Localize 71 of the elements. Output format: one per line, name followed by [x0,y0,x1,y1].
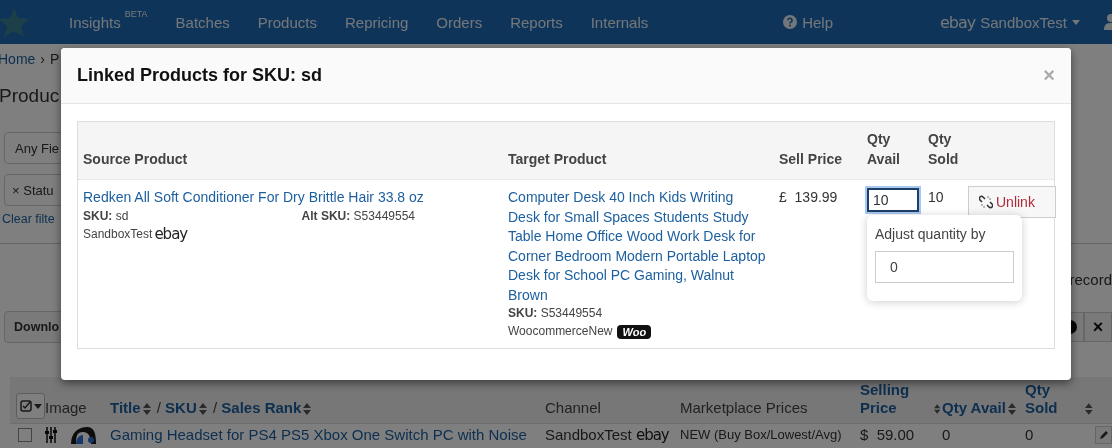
sell-price: £ 139.99 [779,189,838,205]
caret-icon [33,403,42,409]
breadcrumb-separator: › [40,51,46,67]
column-header: Qty Avail [867,130,901,169]
qty-sold: 10 [928,189,944,205]
column-header: Marketplace Prices [680,399,808,417]
broken-link-icon [979,195,993,209]
nav-link[interactable]: Repricing [344,13,409,31]
nav-link[interactable]: Batches [175,13,230,31]
column-header[interactable]: Sales Rank [221,399,302,417]
breadcrumb-item[interactable]: P [50,51,60,67]
pencil-icon [1098,430,1109,440]
caret-icon [1072,19,1080,25]
alt-sku: Alt SKU: S53449554 [301,207,415,225]
row-checkbox[interactable] [18,428,32,442]
channel-name: SandboxTest [545,426,633,444]
ebay-logo: ebay [154,224,188,244]
sort-icon[interactable] [933,403,940,415]
column-header[interactable]: Title [110,399,141,417]
header-separator: / [211,399,219,417]
column-header: Image [45,399,87,417]
sort-icon[interactable] [1007,403,1016,415]
column-header[interactable]: Selling Price [860,381,932,417]
sort-icon[interactable] [303,403,312,415]
sort-icon[interactable] [1085,403,1093,415]
ebay-logo: ebay [940,12,976,32]
channel-name: SandboxTest [83,225,153,243]
column-header: Sell Price [779,150,843,169]
edit-button[interactable] [1095,426,1112,444]
clear-filters-link[interactable]: Clear filte [2,212,55,226]
column-header: Target Product [508,150,607,169]
selling-price: $ 59.00 [860,426,915,444]
source-sku: SKU: sd [83,207,129,225]
page-title: Produc [0,84,60,108]
ebay-logo: ebay [635,426,669,444]
woo-logo: Woo [617,324,652,339]
sort-icon[interactable] [198,403,207,415]
adjust-quantity-label: Adjust quantity by [875,225,987,244]
column-header[interactable]: Qty Sold [1025,381,1084,417]
close-button[interactable]: × [1084,312,1112,342]
help-link[interactable]: Help [783,13,834,31]
column-header: Channel [545,399,601,417]
sort-icon[interactable] [142,403,151,415]
qty-avail-input[interactable]: 10 [867,188,919,212]
qty-avail: 0 [942,426,951,444]
nav-link[interactable]: Products [257,13,317,31]
account-menu[interactable]: ebay SandboxTest [940,12,1080,32]
select-all-dropdown[interactable] [16,393,45,419]
qty-sold: 0 [1025,426,1034,444]
records-text: record [1069,271,1112,289]
dialog-title: Linked Products for SKU: sd [77,65,323,86]
sliders-icon[interactable] [45,427,57,443]
column-header[interactable]: Qty Avail [942,399,1006,417]
nav-link[interactable]: Orders [436,13,483,31]
target-sku: SKU: S53449554 [508,306,603,320]
adjust-quantity-input[interactable]: 0 [875,250,1014,283]
product-title-link[interactable]: Gaming Headset for PS4 PS5 Xbox One Switch PC with Noise [110,426,527,444]
channel-name: WoocommerceNew [508,323,613,340]
target-product-link[interactable]: Computer Desk 40 Inch Kids Writing Desk for Small Spaces Students Study Table Home Office Wood Work Desk for Corner Bedroom Modern Portable Laptop Desk for School PC Gaming, Walnut Brown [508,188,769,305]
nav-link[interactable]: Reports [510,13,563,31]
header-separator: / [155,399,162,417]
checkbox-icon [19,400,32,412]
nav-link[interactable]: Insights $^{BETA}$ [69,13,148,31]
nav-link[interactable]: Internals [590,13,649,31]
breadcrumb-link[interactable]: Home [0,51,36,67]
close-button[interactable]: × [1043,64,1055,87]
column-header[interactable]: SKU [165,399,197,417]
column-header: Qty Sold [928,130,959,169]
unlink-button[interactable]: Unlink [968,186,1056,218]
help-icon [783,15,798,29]
marketplace-prices: NEW (Buy Box/Lowest/Avg) [680,426,842,444]
